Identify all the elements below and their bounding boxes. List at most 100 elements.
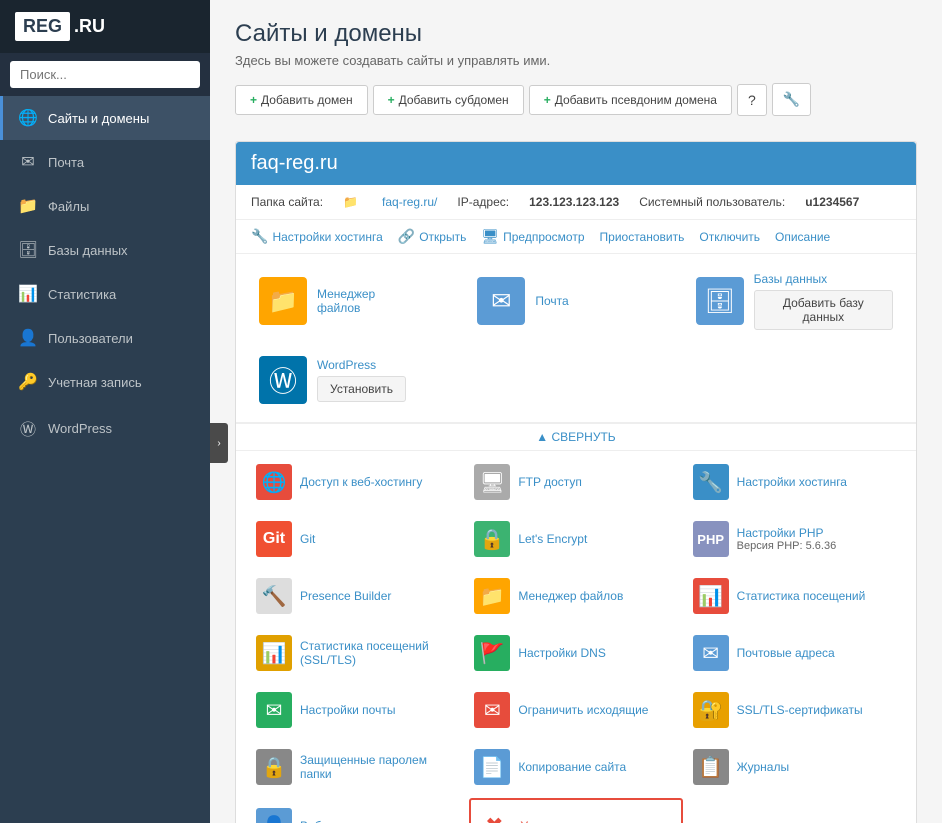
ext-dns[interactable]: 🚩 Настройки DNS (469, 627, 682, 679)
ext-label-ftp: FTP доступ (518, 475, 582, 489)
description-link[interactable]: Описание (775, 228, 830, 245)
ext-mail-settings[interactable]: ✉ Настройки почты (251, 684, 464, 736)
dns-icon: 🚩 (474, 635, 510, 671)
sidebar-item-users[interactable]: 👤 Пользователи (0, 316, 210, 360)
service-databases: 🗄 Базы данных Добавить базу данных (688, 264, 901, 338)
disable-link[interactable]: Отключить (699, 228, 760, 245)
open-label: Открыть (419, 230, 466, 244)
stats-icon: 📊 (18, 284, 38, 304)
sys-user-value: u1234567 (805, 195, 859, 209)
service-file-manager: 📁 Менеджерфайлов (251, 264, 464, 338)
users-icon: 👤 (18, 328, 38, 348)
ext-restrict[interactable]: ✉ Ограничить исходящие (469, 684, 682, 736)
ext-label-ssl-stats: Статистика посещений (SSL/TLS) (300, 639, 459, 667)
sidebar-item-account[interactable]: 🔑 Учетная запись (0, 360, 210, 404)
lets-icon: 🔒 (474, 521, 510, 557)
open-icon: 🔗 (398, 228, 415, 245)
add-subdomain-button[interactable]: + Добавить субдомен (373, 85, 524, 115)
ext-label-logs: Журналы (737, 760, 789, 774)
add-alias-label: Добавить псевдоним домена (555, 93, 717, 107)
ext-label-visit-stats: Статистика посещений (737, 589, 866, 603)
globe-ext-icon: 🌐 (256, 464, 292, 500)
sidebar-item-mail[interactable]: ✉ Почта (0, 140, 210, 184)
wp-link[interactable]: WordPress (317, 358, 406, 372)
add-db-button[interactable]: Добавить базу данных (754, 290, 893, 330)
ext-web-users[interactable]: 👤 Веб-пользователи (251, 798, 464, 823)
search-input[interactable] (10, 61, 200, 88)
install-wp-button[interactable]: Установить (317, 376, 406, 402)
domain-card: faq-reg.ru Папка сайта: 📁 faq-reg.ru/ IP… (235, 141, 917, 823)
visit-stats-icon: 📊 (693, 578, 729, 614)
ext-ftp[interactable]: 🖥 FTP доступ (469, 456, 682, 508)
ext-visit-stats[interactable]: 📊 Статистика посещений (688, 570, 901, 622)
file-manager-link[interactable]: Менеджерфайлов (317, 287, 375, 315)
db-link[interactable]: Базы данных (754, 272, 893, 286)
ext-copy-site[interactable]: 📄 Копирование сайта (469, 741, 682, 793)
wrench-icon: 🔧 (251, 228, 268, 245)
mail-service-link[interactable]: Почта (535, 294, 568, 308)
settings-button[interactable]: 🔧 (772, 83, 811, 116)
ext-mail-addresses[interactable]: ✉ Почтовые адреса (688, 627, 901, 679)
ssl-cert-icon: 🔐 (693, 692, 729, 728)
main-services-grid: 📁 Менеджерфайлов ✉ Почта 🗄 Базы данных Д… (236, 254, 916, 423)
ext-ssl-certs[interactable]: 🔐 SSL/TLS-сертификаты (688, 684, 901, 736)
collapse-bar[interactable]: ▲ СВЕРНУТЬ (236, 423, 916, 451)
ext-hosting-settings[interactable]: 🔧 Настройки хостинга (688, 456, 901, 508)
ext-ssl-stats[interactable]: 📊 Статистика посещений (SSL/TLS) (251, 627, 464, 679)
open-link[interactable]: 🔗 Открыть (398, 228, 467, 245)
sidebar-item-label: Почта (48, 155, 84, 170)
folder-link[interactable]: faq-reg.ru/ (382, 195, 437, 209)
ip-value: 123.123.123.123 (529, 195, 619, 209)
pause-label: Приостановить (600, 230, 685, 244)
folder-label: Папка сайта: (251, 195, 323, 209)
ext-label-mail-settings: Настройки почты (300, 703, 395, 717)
preview-link[interactable]: 🖥 Предпросмотр (481, 228, 584, 245)
wordpress-icon: Ⓦ (18, 416, 38, 440)
ext-label-copy: Копирование сайта (518, 760, 626, 774)
ext-label-php: Настройки PHP (737, 526, 837, 540)
ext-label-hosting: Настройки хостинга (737, 475, 847, 489)
add-alias-button[interactable]: + Добавить псевдоним домена (529, 85, 732, 115)
help-button[interactable]: ? (737, 84, 767, 116)
add-domain-button[interactable]: + Добавить домен (235, 85, 368, 115)
service-mail: ✉ Почта (469, 264, 682, 338)
description-label: Описание (775, 230, 830, 244)
sidebar-item-label: Сайты и домены (48, 111, 149, 126)
ext-presence-builder[interactable]: 🔨 Presence Builder (251, 570, 464, 622)
sidebar-collapse-button[interactable]: › (210, 423, 228, 463)
sidebar-item-label: Файлы (48, 199, 89, 214)
files2-icon: 📁 (474, 578, 510, 614)
domain-actions-bar: 🔧 Настройки хостинга 🔗 Открыть 🖥 Предпро… (236, 220, 916, 254)
page-title: Сайты и домены (235, 20, 917, 48)
hosting-settings-link[interactable]: 🔧 Настройки хостинга (251, 228, 383, 245)
active-arrow: ← (208, 107, 210, 130)
add-subdomain-label: Добавить субдомен (399, 93, 509, 107)
service-wordpress: Ⓦ WordPress Установить (251, 348, 464, 412)
sidebar-item-wordpress[interactable]: Ⓦ WordPress (0, 404, 210, 452)
ext-label-restrict: Ограничить исходящие (518, 703, 648, 717)
page-header: Сайты и домены Здесь вы можете создавать… (210, 0, 942, 141)
sidebar-item-files[interactable]: 📁 Файлы (0, 184, 210, 228)
sidebar-item-databases[interactable]: 🗄 Базы данных (0, 228, 210, 272)
ext-git[interactable]: Git Git (251, 513, 464, 565)
ext-label-ssl-certs: SSL/TLS-сертификаты (737, 703, 863, 717)
ext-delete[interactable]: ✖ Удалить (469, 798, 682, 823)
webuser-icon: 👤 (256, 808, 292, 823)
pause-link[interactable]: Приостановить (600, 228, 685, 245)
protect-icon: 🔒 (256, 749, 292, 785)
sidebar-item-label: Статистика (48, 287, 116, 302)
page-subtitle: Здесь вы можете создавать сайты и управл… (235, 53, 917, 68)
ext-logs[interactable]: 📋 Журналы (688, 741, 901, 793)
disable-label: Отключить (699, 230, 760, 244)
ext-password-folders[interactable]: 🔒 Защищенные паролем папки (251, 741, 464, 793)
ext-file-manager2[interactable]: 📁 Менеджер файлов (469, 570, 682, 622)
copy-icon: 📄 (474, 749, 510, 785)
plus-icon2: + (388, 93, 395, 107)
ext-php[interactable]: PHP Настройки PHP Версия PHP: 5.6.36 (688, 513, 901, 565)
sidebar-item-stats[interactable]: 📊 Статистика (0, 272, 210, 316)
sidebar-item-sites[interactable]: 🌐 Сайты и домены ← (0, 96, 210, 140)
ext-lets-encrypt[interactable]: 🔒 Let's Encrypt (469, 513, 682, 565)
ext-web-hosting[interactable]: 🌐 Доступ к веб-хостингу (251, 456, 464, 508)
sidebar-item-label: Учетная запись (48, 375, 142, 390)
sidebar-item-label: WordPress (48, 421, 112, 436)
